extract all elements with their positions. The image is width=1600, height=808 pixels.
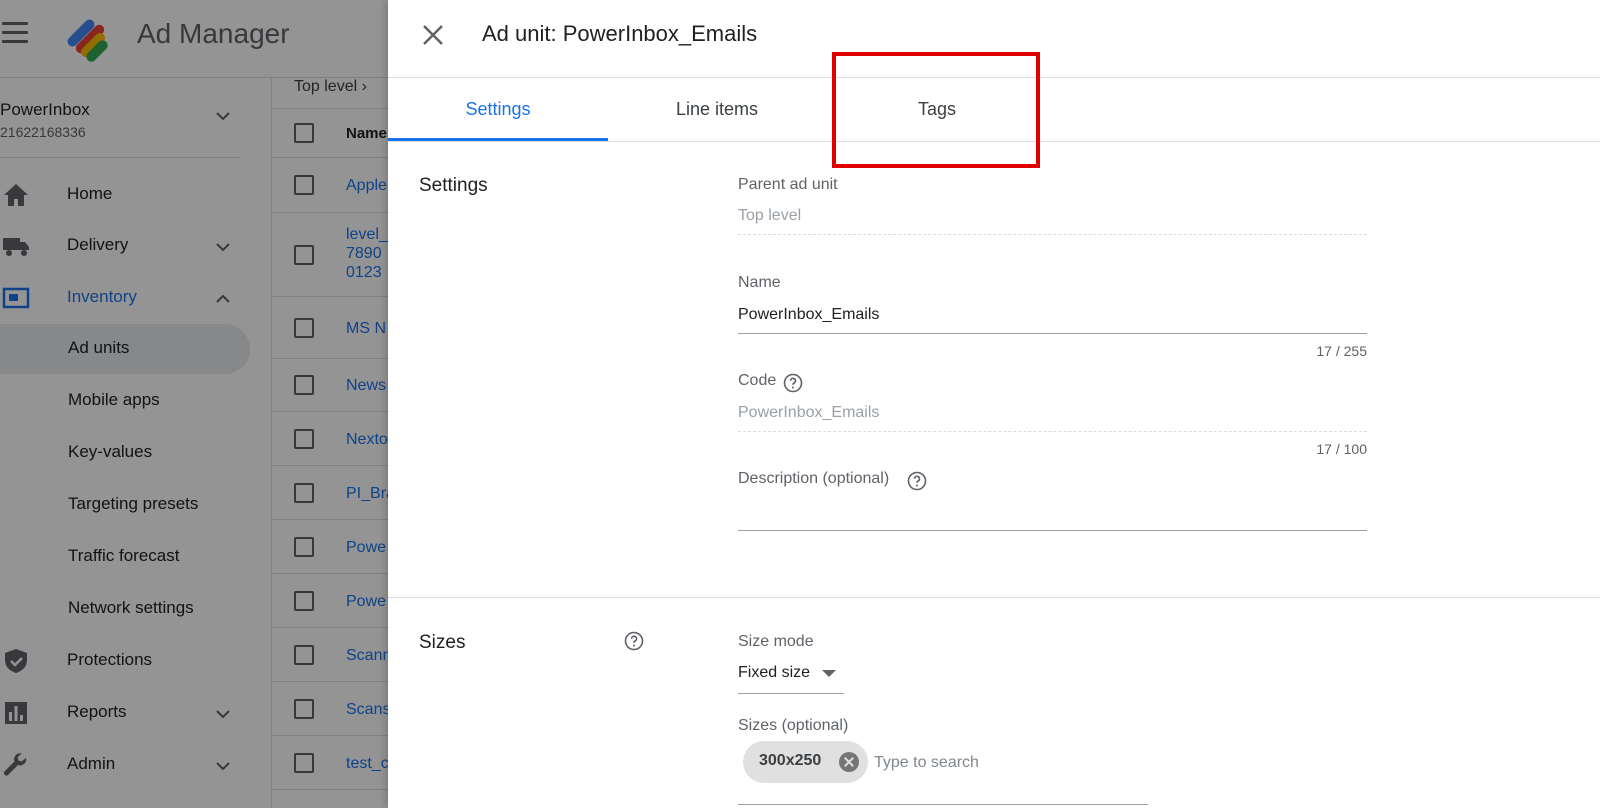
tab-line-items[interactable]: Line items — [607, 78, 827, 140]
modal-scrim[interactable] — [0, 0, 388, 808]
panel-title: Ad unit: PowerInbox_Emails — [482, 21, 758, 46]
dropdown-arrow-icon — [822, 670, 836, 677]
sizes-section-title: Sizes — [419, 632, 466, 653]
sizes-field-underline — [738, 804, 1148, 805]
section-divider — [388, 597, 1600, 598]
size-chip-label: 300x250 — [759, 752, 822, 769]
parent-ad-unit-value: Top level — [738, 207, 1367, 235]
size-mode-select[interactable]: Fixed size — [738, 660, 844, 694]
sizes-search-input[interactable] — [874, 750, 1144, 776]
description-field[interactable] — [738, 501, 1367, 531]
code-label: Code — [738, 372, 777, 389]
size-chip: 300x250 — [743, 741, 868, 783]
name-label: Name — [738, 274, 781, 291]
size-mode-value: Fixed size — [738, 664, 811, 681]
help-icon[interactable] — [783, 373, 803, 393]
description-label: Description (optional) — [738, 470, 890, 487]
close-icon[interactable] — [420, 22, 446, 48]
tab-settings[interactable]: Settings — [388, 78, 608, 141]
help-icon[interactable] — [907, 471, 927, 491]
remove-chip-icon[interactable] — [839, 752, 859, 772]
sizes-label: Sizes (optional) — [738, 717, 849, 734]
parent-ad-unit-label: Parent ad unit — [738, 176, 838, 193]
tab-tags[interactable]: Tags — [827, 78, 1047, 140]
name-field[interactable]: PowerInbox_Emails — [738, 306, 1367, 334]
settings-section-title: Settings — [419, 175, 488, 196]
code-counter: 17 / 100 — [1316, 441, 1367, 457]
panel-header: Ad unit: PowerInbox_Emails — [388, 0, 1600, 78]
size-mode-label: Size mode — [738, 633, 814, 650]
tab-bar: Settings Line items Tags — [388, 78, 1600, 142]
name-counter: 17 / 255 — [1316, 343, 1367, 359]
code-value: PowerInbox_Emails — [738, 404, 1367, 432]
help-icon[interactable] — [624, 631, 644, 651]
ad-unit-panel: Ad unit: PowerInbox_Emails Settings Line… — [388, 0, 1600, 808]
